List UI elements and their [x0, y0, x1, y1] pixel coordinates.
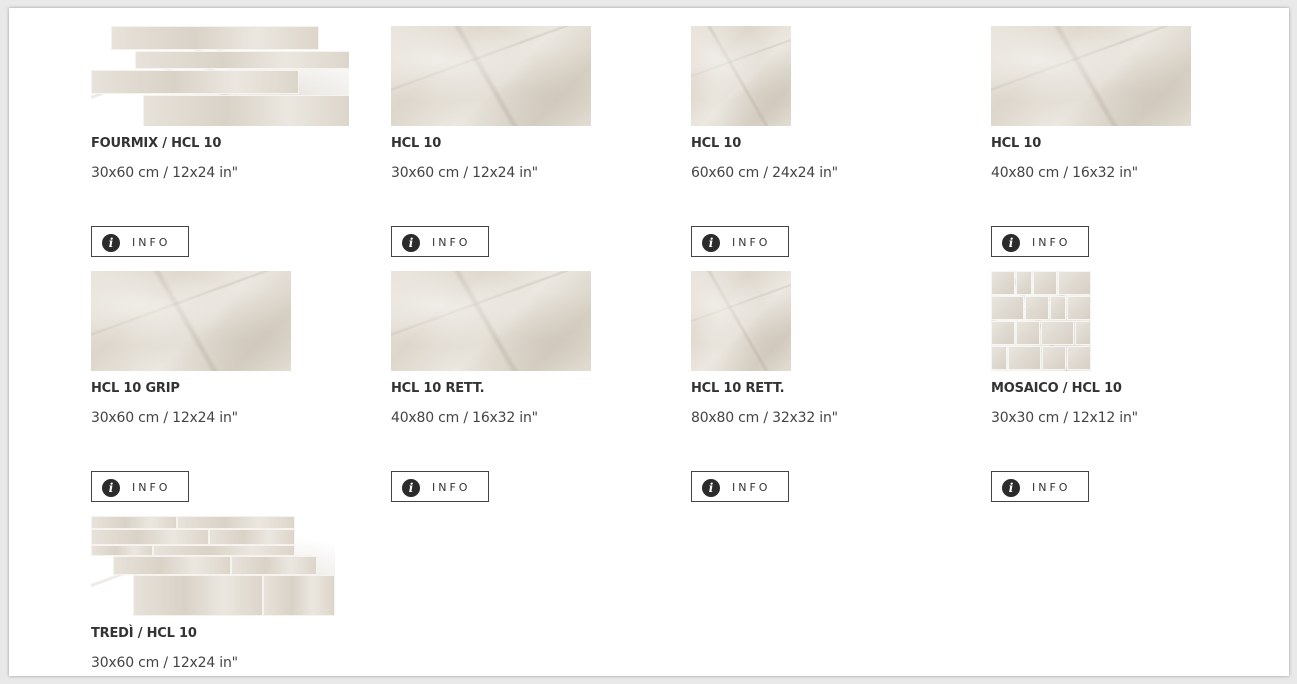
- product-title[interactable]: HCL 10: [691, 136, 741, 151]
- product-image[interactable]: [391, 271, 591, 371]
- product-image[interactable]: [91, 26, 349, 126]
- product-title[interactable]: HCL 10 RETT.: [691, 381, 785, 396]
- info-button-label: INFO: [1032, 236, 1071, 249]
- info-icon: i: [1002, 234, 1020, 252]
- info-icon: i: [102, 479, 120, 497]
- product-image[interactable]: [391, 26, 591, 126]
- info-button[interactable]: i INFO: [991, 226, 1089, 257]
- product-image[interactable]: [691, 26, 791, 126]
- product-image[interactable]: [991, 271, 1091, 371]
- info-icon: i: [1002, 479, 1020, 497]
- info-button[interactable]: i INFO: [991, 471, 1089, 502]
- info-button-label: INFO: [432, 481, 471, 494]
- info-button-label: INFO: [132, 236, 171, 249]
- product-image[interactable]: [91, 271, 291, 371]
- info-button-label: INFO: [732, 481, 771, 494]
- info-icon: i: [102, 234, 120, 252]
- info-icon: i: [702, 479, 720, 497]
- info-button-label: INFO: [732, 236, 771, 249]
- info-button-label: INFO: [1032, 481, 1071, 494]
- info-button[interactable]: i INFO: [391, 471, 489, 502]
- product-size: 60x60 cm / 24x24 in": [691, 165, 838, 181]
- info-icon: i: [402, 234, 420, 252]
- product-size: 80x80 cm / 32x32 in": [691, 410, 838, 426]
- product-title[interactable]: FOURMIX / HCL 10: [91, 136, 221, 151]
- info-button-label: INFO: [432, 236, 471, 249]
- product-size: 30x30 cm / 12x12 in": [991, 410, 1138, 426]
- product-title[interactable]: HCL 10: [991, 136, 1041, 151]
- product-title[interactable]: HCL 10: [391, 136, 441, 151]
- product-size: 30x60 cm / 12x24 in": [91, 165, 238, 181]
- product-title[interactable]: HCL 10 RETT.: [391, 381, 485, 396]
- product-size: 30x60 cm / 12x24 in": [91, 655, 238, 671]
- info-icon: i: [702, 234, 720, 252]
- info-button[interactable]: i INFO: [691, 226, 789, 257]
- info-button-label: INFO: [132, 481, 171, 494]
- product-size: 40x80 cm / 16x32 in": [391, 410, 538, 426]
- product-size: 30x60 cm / 12x24 in": [391, 165, 538, 181]
- product-size: 30x60 cm / 12x24 in": [91, 410, 238, 426]
- product-title[interactable]: TREDÌ / HCL 10: [91, 626, 197, 641]
- product-size: 40x80 cm / 16x32 in": [991, 165, 1138, 181]
- info-button[interactable]: i INFO: [91, 471, 189, 502]
- product-image[interactable]: [91, 516, 335, 616]
- product-image[interactable]: [691, 271, 791, 371]
- info-button[interactable]: i INFO: [391, 226, 489, 257]
- product-title[interactable]: HCL 10 GRIP: [91, 381, 180, 396]
- info-button[interactable]: i INFO: [691, 471, 789, 502]
- product-image[interactable]: [991, 26, 1191, 126]
- info-icon: i: [402, 479, 420, 497]
- product-grid: FOURMIX / HCL 10 30x60 cm / 12x24 in" i …: [9, 8, 1289, 676]
- product-title[interactable]: MOSAICO / HCL 10: [991, 381, 1122, 396]
- info-button[interactable]: i INFO: [91, 226, 189, 257]
